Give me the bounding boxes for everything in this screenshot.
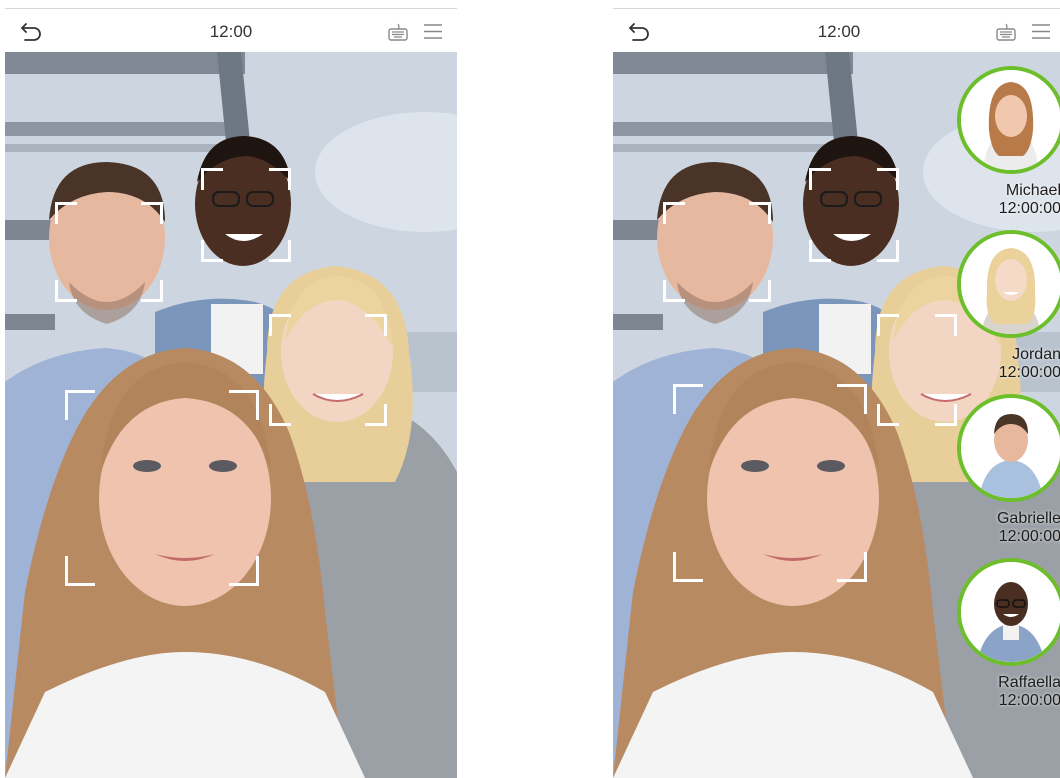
- face-frame[interactable]: [65, 390, 259, 586]
- face-frame[interactable]: [55, 202, 163, 302]
- face-frame[interactable]: [269, 314, 387, 426]
- camera-preview: Michael 12:00:00 Jordan 12:00:00 Gabriel…: [613, 52, 1060, 778]
- face-frame[interactable]: [809, 168, 899, 262]
- status-bar: 12:00: [613, 8, 1060, 53]
- clock-time: 12:00: [817, 22, 861, 41]
- recognition-result[interactable]: Gabrielle 12:00:00: [957, 394, 1060, 556]
- face-frame[interactable]: [877, 314, 957, 426]
- face-frame[interactable]: [201, 168, 291, 262]
- person-name: Michael: [1005, 182, 1060, 199]
- face-frame[interactable]: [673, 384, 867, 582]
- avatar[interactable]: [957, 394, 1060, 502]
- person-name: Jordan: [1012, 346, 1060, 363]
- menu-icon[interactable]: [423, 23, 443, 40]
- recognition-time: 12:00:00: [998, 528, 1060, 545]
- person-name: Gabrielle: [996, 510, 1060, 527]
- recognition-time: 12:00:00: [998, 200, 1060, 217]
- avatar[interactable]: [957, 230, 1060, 338]
- detection-screen: 12:00: [5, 8, 457, 778]
- menu-icon[interactable]: [1031, 23, 1051, 40]
- avatar[interactable]: [957, 558, 1060, 666]
- camera-preview: [5, 52, 457, 778]
- recognition-result[interactable]: Michael 12:00:00: [957, 66, 1060, 228]
- keyboard-icon[interactable]: [995, 22, 1017, 42]
- recognition-result[interactable]: Raffaella 12:00:00: [957, 558, 1060, 720]
- recognition-time: 12:00:00: [998, 692, 1060, 709]
- face-frame[interactable]: [663, 202, 771, 302]
- recognition-time: 12:00:00: [998, 364, 1060, 381]
- avatar[interactable]: [957, 66, 1060, 174]
- keyboard-icon[interactable]: [387, 22, 409, 42]
- status-bar: 12:00: [5, 8, 457, 53]
- recognition-screen: 12:00 Michael 12:00:00 Jordan 12:00:00 G…: [613, 8, 1060, 778]
- recognition-result[interactable]: Jordan 12:00:00: [957, 230, 1060, 392]
- person-name: Raffaella: [998, 674, 1060, 691]
